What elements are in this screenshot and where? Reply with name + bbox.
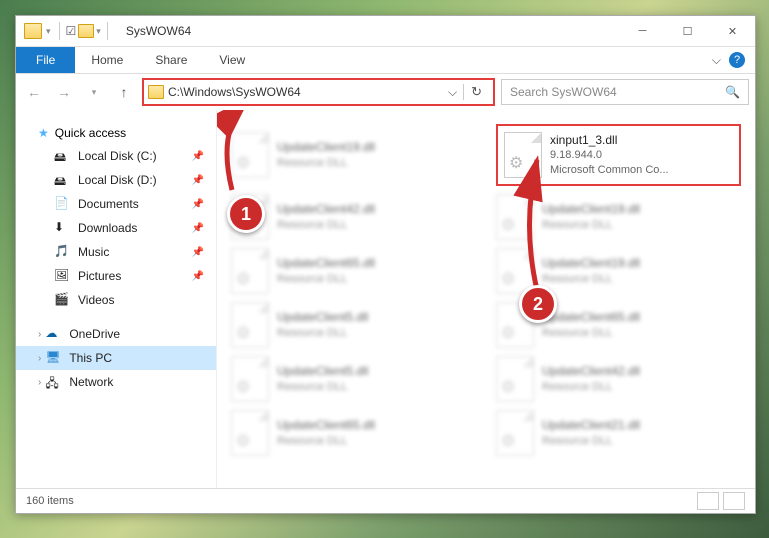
maximize-button[interactable]: ☐ [665,16,710,46]
search-input[interactable]: Search SysWOW64 🔍 [501,79,749,105]
documents-icon: 📄 [54,196,70,212]
address-bar[interactable]: C:\Windows\SysWOW64 ⌵ ↻ [142,78,495,106]
file-item[interactable]: ⚙UpdateClient21.dllResource DLL [496,410,741,456]
navigation-row: ← → ▾ ↑ C:\Windows\SysWOW64 ⌵ ↻ Search S… [16,74,755,110]
share-tab[interactable]: Share [139,47,203,73]
explorer-window: ▾ ☑ ▾ SysWOW64 ─ ☐ ✕ File Home Share Vie… [15,15,756,514]
title-bar: ▾ ☑ ▾ SysWOW64 ─ ☐ ✕ [16,16,755,47]
expand-ribbon-icon[interactable]: ⌵ [712,53,721,68]
address-path[interactable]: C:\Windows\SysWOW64 [168,85,442,99]
qat-customize-icon[interactable]: ▾ [96,26,101,37]
dll-icon: ⚙ [231,302,269,348]
search-icon[interactable]: 🔍 [725,85,740,99]
file-item[interactable]: ⚙UpdateClient5.dllResource DLL [231,356,476,402]
callout-2: 2 [519,285,557,323]
properties-icon[interactable]: ☑ [66,24,77,38]
close-button[interactable]: ✕ [710,16,755,46]
pin-icon: 📌 [192,247,204,258]
sidebar-network[interactable]: ›🖧Network [16,370,216,394]
view-tab[interactable]: View [203,47,261,73]
sidebar-onedrive[interactable]: ›☁OneDrive [16,322,216,346]
up-button[interactable]: ↑ [112,80,136,104]
dll-icon: ⚙ [496,356,534,402]
dll-icon: ⚙ [231,356,269,402]
chevron-right-icon: › [38,353,41,364]
dll-icon: ⚙ [231,410,269,456]
file-list: ⚙UpdateClient19.dllResource DLL ⚙xinput1… [217,110,755,488]
callout-arrow-2 [497,145,577,305]
pin-icon: 📌 [192,199,204,210]
pictures-icon: 🖼 [54,268,70,284]
address-folder-icon [148,85,164,99]
sidebar-item-downloads[interactable]: ⬇Downloads📌 [16,216,216,240]
dll-icon: ⚙ [496,410,534,456]
sidebar-item-music[interactable]: 🎵Music📌 [16,240,216,264]
ribbon: File Home Share View ⌵ ? [16,47,755,74]
pin-icon: 📌 [192,223,204,234]
star-icon: ★ [38,126,49,140]
back-button[interactable]: ← [22,80,46,104]
onedrive-icon: ☁ [45,326,61,342]
sidebar-item-local-d[interactable]: 🖴Local Disk (D:)📌 [16,168,216,192]
network-icon: 🖧 [45,374,61,390]
new-folder-icon[interactable] [78,24,94,38]
navigation-pane: ★ Quick access 🖴Local Disk (C:)📌 🖴Local … [16,110,217,488]
chevron-right-icon: › [38,329,41,340]
sidebar-item-local-c[interactable]: 🖴Local Disk (C:)📌 [16,144,216,168]
details-view-icon[interactable] [697,492,719,510]
forward-button[interactable]: → [52,80,76,104]
quick-access-header[interactable]: ★ Quick access [16,122,216,144]
pc-icon: 🖥 [45,350,61,366]
sidebar-item-videos[interactable]: 🎬Videos [16,288,216,312]
dll-icon: ⚙ [231,248,269,294]
large-icons-view-icon[interactable] [723,492,745,510]
music-icon: 🎵 [54,244,70,260]
file-item[interactable]: ⚙UpdateClient42.dllResource DLL [496,356,741,402]
callout-1: 1 [227,195,265,233]
address-dropdown-icon[interactable]: ⌵ [442,85,463,100]
chevron-right-icon: › [38,377,41,388]
file-item[interactable]: ⚙UpdateClient65.dllResource DLL [231,410,476,456]
downloads-icon: ⬇ [54,220,70,236]
pin-icon: 📌 [192,151,204,162]
drive-icon: 🖴 [54,148,70,164]
pin-icon: 📌 [192,175,204,186]
callout-arrow-1 [217,110,307,210]
folder-icon [24,23,42,39]
file-tab[interactable]: File [16,47,75,73]
sidebar-item-documents[interactable]: 📄Documents📌 [16,192,216,216]
help-icon[interactable]: ? [729,52,745,68]
quick-access-toolbar: ▾ ☑ ▾ [24,22,112,40]
videos-icon: 🎬 [54,292,70,308]
sidebar-item-pictures[interactable]: 🖼Pictures📌 [16,264,216,288]
drive-icon: 🖴 [54,172,70,188]
refresh-button[interactable]: ↻ [463,84,489,100]
recent-locations-icon[interactable]: ▾ [82,80,106,104]
search-placeholder: Search SysWOW64 [510,85,617,99]
home-tab[interactable]: Home [75,47,139,73]
item-count: 160 items [26,495,74,507]
status-bar: 160 items [16,488,755,513]
qat-dropdown-icon[interactable]: ▾ [44,26,53,37]
minimize-button[interactable]: ─ [620,16,665,46]
file-item[interactable]: ⚙UpdateClient65.dllResource DLL [231,248,476,294]
pin-icon: 📌 [192,271,204,282]
sidebar-this-pc[interactable]: ›🖥This PC [16,346,216,370]
window-title: SysWOW64 [126,24,191,38]
file-item[interactable]: ⚙UpdateClient5.dllResource DLL [231,302,476,348]
